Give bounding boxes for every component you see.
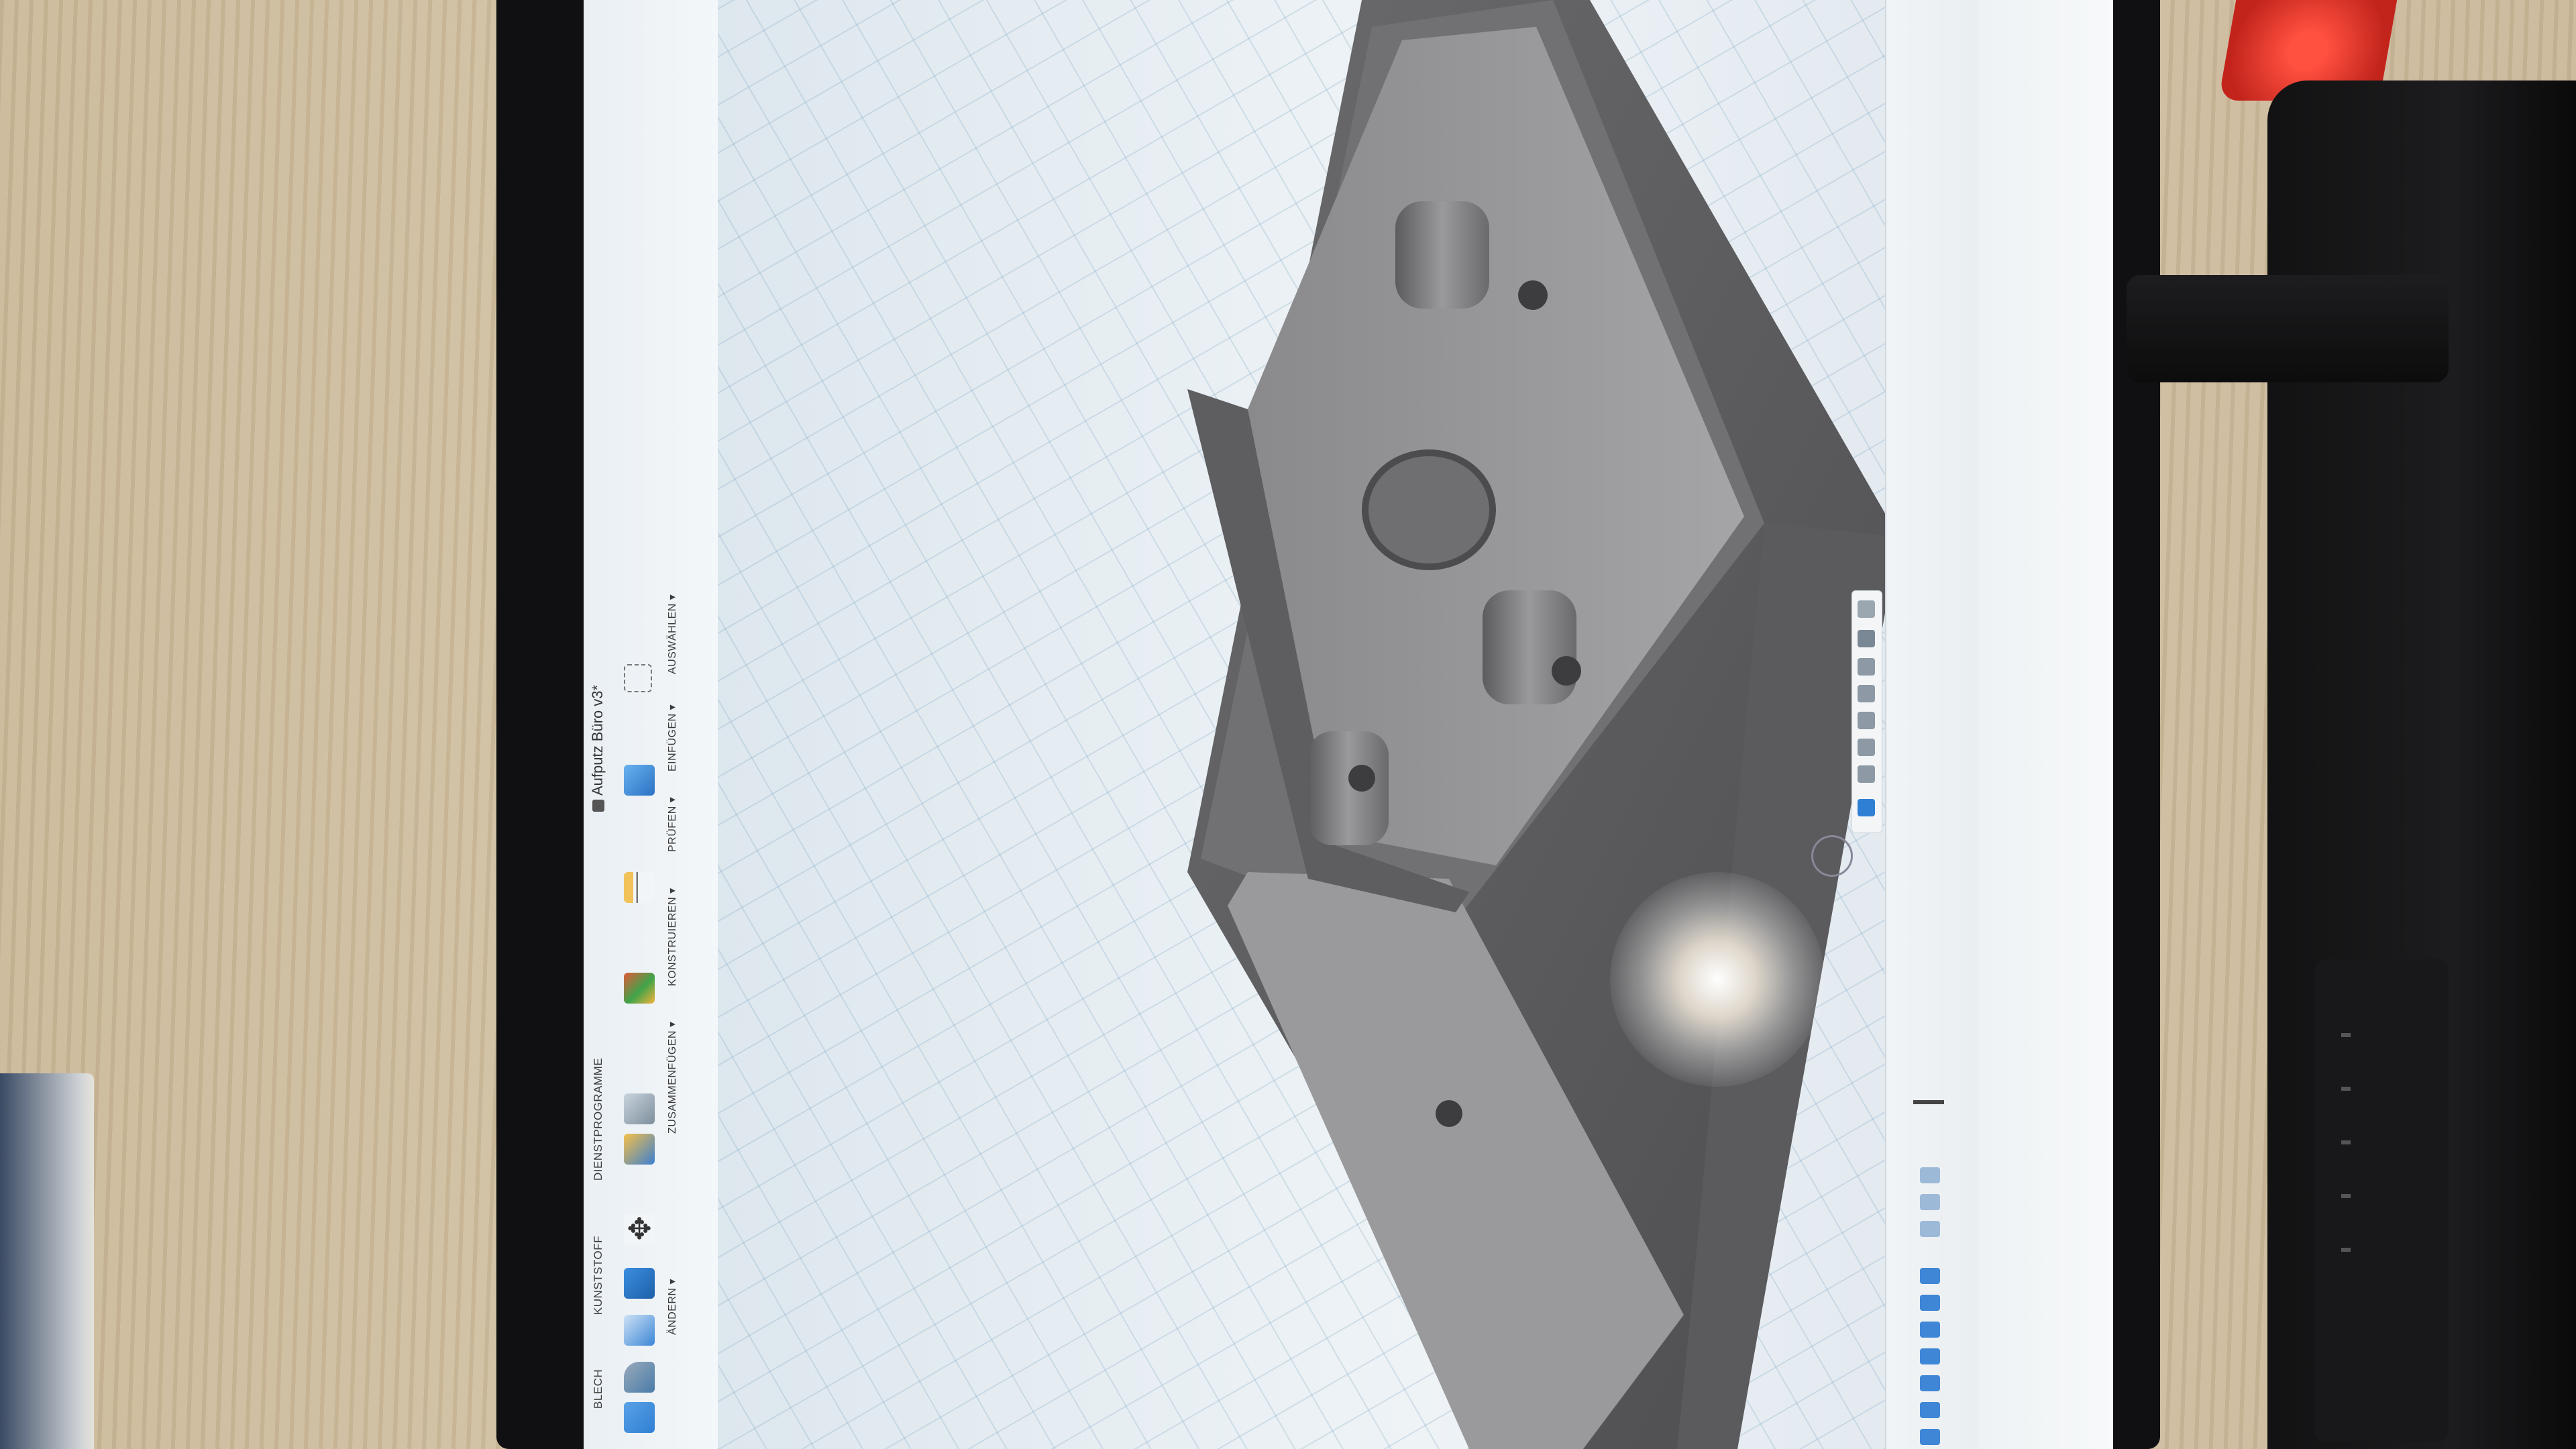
- stand-button: [2341, 1248, 2351, 1252]
- timeline-feature-icon[interactable]: [1920, 1402, 1940, 1418]
- stand-button: [2341, 1033, 2351, 1037]
- tab-blech[interactable]: BLECH: [592, 1369, 605, 1409]
- timeline-feature-icon[interactable]: [1920, 1167, 1940, 1183]
- tab-kunststoff[interactable]: KUNSTSTOFF: [592, 1236, 605, 1315]
- group-pruefen[interactable]: PRÜFEN ▾: [665, 797, 679, 852]
- stand-base: [2314, 959, 2449, 1442]
- joint-icon[interactable]: [624, 1134, 655, 1165]
- fit-icon[interactable]: [1858, 739, 1875, 756]
- fusion-window: Aufputz Büro v3* BLECH KUNSTSTOFF DIENST…: [584, 0, 2113, 1449]
- timeline-feature-icon[interactable]: [1920, 1322, 1940, 1338]
- fillet-icon[interactable]: [624, 1315, 655, 1346]
- screw-boss: [1395, 201, 1489, 309]
- measure-icon[interactable]: [624, 872, 655, 903]
- timeline-feature-icon[interactable]: [1920, 1268, 1940, 1284]
- group-aendern[interactable]: ÄNDERN ▾: [665, 1279, 679, 1335]
- desk-object: [0, 1073, 94, 1449]
- as-built-joint-icon[interactable]: [624, 1093, 655, 1124]
- group-einfuegen[interactable]: EINFÜGEN ▾: [665, 704, 679, 771]
- stand-arm: [2127, 275, 2449, 382]
- screw-boss: [1308, 731, 1389, 845]
- viewcube[interactable]: [1811, 835, 1853, 877]
- screw-boss: [1483, 590, 1576, 704]
- insert-image-icon[interactable]: [624, 765, 655, 796]
- move-icon[interactable]: ✥: [624, 1214, 655, 1245]
- look-at-icon[interactable]: [1858, 658, 1875, 676]
- stand-button: [2341, 1140, 2351, 1144]
- document-icon: [592, 800, 605, 812]
- timeline-feature-icon[interactable]: [1920, 1295, 1940, 1311]
- group-konstruieren[interactable]: KONSTRUIEREN ▾: [665, 888, 679, 986]
- timeline-feature-icon[interactable]: [1920, 1221, 1940, 1237]
- plane-icon[interactable]: [624, 973, 655, 1004]
- grid-settings-icon[interactable]: [1858, 765, 1875, 783]
- pan-icon[interactable]: [1858, 685, 1875, 702]
- cable-entry: [1362, 449, 1496, 570]
- select-icon[interactable]: [624, 664, 652, 692]
- orbit-icon[interactable]: [1858, 600, 1875, 618]
- screw-hole: [1552, 656, 1581, 686]
- combine-icon[interactable]: [624, 1268, 655, 1299]
- group-auswaehlen[interactable]: AUSWÄHLEN ▾: [665, 594, 679, 674]
- zoom-icon[interactable]: [1858, 712, 1875, 729]
- screw-hole: [1348, 765, 1375, 792]
- press-pull-icon[interactable]: [624, 1362, 655, 1393]
- group-zusammenfuegen[interactable]: ZUSAMMENFÜGEN ▾: [665, 1021, 679, 1134]
- navigation-bar: [1851, 590, 1882, 833]
- timeline-feature-icon[interactable]: [1920, 1348, 1940, 1364]
- screen-glare: [1610, 872, 1825, 1087]
- tab-dienstprogramme[interactable]: DIENSTPROGRAMME: [592, 1058, 605, 1181]
- screen-edge: [1979, 0, 2113, 1449]
- blech-icon[interactable]: [624, 1402, 655, 1433]
- document-title: Aufputz Büro v3*: [589, 637, 606, 812]
- display-settings-icon[interactable]: [1858, 630, 1875, 647]
- 3d-viewport[interactable]: [718, 0, 1885, 1449]
- screw-hole: [1518, 280, 1548, 310]
- timeline-feature-icon[interactable]: [1920, 1194, 1940, 1210]
- viewports-icon[interactable]: [1858, 799, 1875, 816]
- enclosure-model[interactable]: [718, 0, 1885, 1449]
- timeline-feature-icon[interactable]: [1920, 1375, 1940, 1391]
- timeline-feature-icon[interactable]: [1920, 1429, 1940, 1445]
- ribbon-toolbar: Aufputz Büro v3* BLECH KUNSTSTOFF DIENST…: [584, 0, 719, 1449]
- timeline-marker[interactable]: [1913, 1100, 1944, 1104]
- timeline-panel: [1885, 0, 1980, 1449]
- stand-button: [2341, 1194, 2351, 1198]
- screw-hole: [1436, 1100, 1462, 1127]
- stand-button: [2341, 1087, 2351, 1091]
